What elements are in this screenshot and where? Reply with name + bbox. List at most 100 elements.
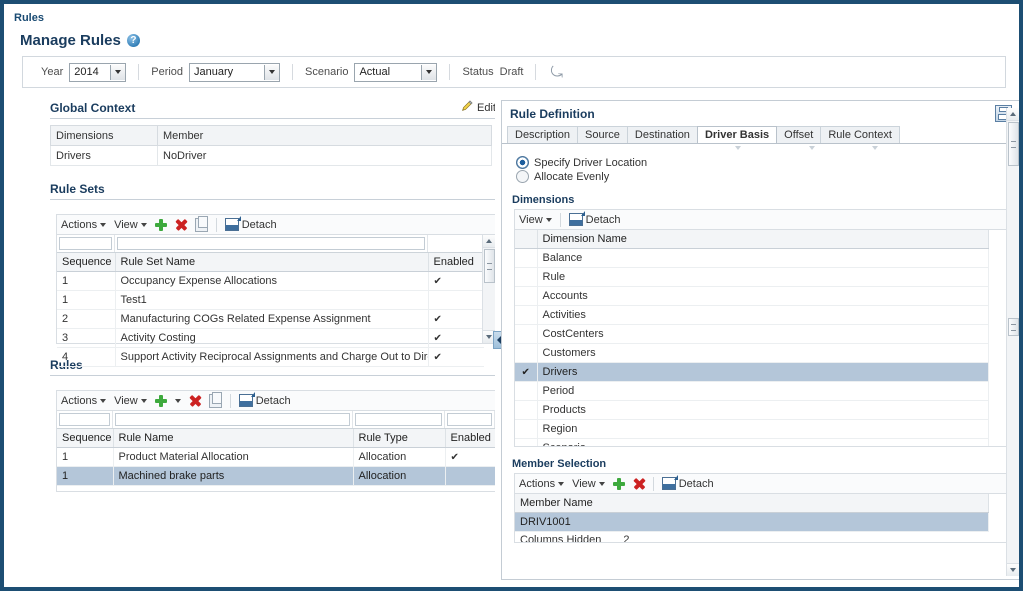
chevron-down-icon[interactable] bbox=[174, 398, 181, 403]
scenario-select[interactable]: Actual bbox=[354, 62, 438, 82]
table-row[interactable]: 4 Support Activity Reciprocal Assignment… bbox=[57, 347, 484, 367]
rule-sets-header: Rule Sets bbox=[50, 182, 496, 200]
divider bbox=[138, 64, 140, 80]
period-filter: Period January bbox=[141, 62, 290, 82]
rule-sets-vertical-scrollbar[interactable] bbox=[482, 235, 495, 343]
rule-sets-view-menu[interactable]: View bbox=[114, 219, 147, 231]
copy-icon[interactable] bbox=[208, 391, 222, 408]
rule-sets-table-body: 1 Occupancy Expense Allocations ✔ 1 Test… bbox=[57, 271, 484, 367]
plus-icon[interactable] bbox=[154, 218, 167, 231]
context-toolbar: Year 2014 Period January Scenario Actual bbox=[22, 56, 1006, 88]
table-row[interactable]: Products bbox=[515, 400, 989, 420]
filter-sequence-input[interactable] bbox=[59, 413, 110, 426]
scroll-up-icon[interactable] bbox=[483, 235, 495, 248]
period-select[interactable]: January bbox=[189, 62, 281, 82]
filter-type-input[interactable] bbox=[355, 413, 442, 426]
redo-arrow-icon[interactable]: ⤿ bbox=[538, 65, 575, 80]
rule-sets-table-wrap: Sequence Rule Set Name Enabled 1 Occupan… bbox=[57, 253, 484, 367]
tab-description[interactable]: Description bbox=[507, 126, 579, 143]
year-select[interactable]: 2014 bbox=[69, 62, 127, 82]
column-header-checkbox bbox=[515, 230, 538, 249]
cell-member: NoDriver bbox=[157, 145, 492, 166]
global-context-table: Dimensions Member Drivers NoDriver bbox=[50, 125, 492, 166]
chevron-down-icon[interactable] bbox=[264, 64, 280, 80]
tab-source[interactable]: Source bbox=[577, 126, 628, 143]
table-row[interactable]: Region bbox=[515, 419, 989, 439]
scrollbar-thumb[interactable] bbox=[1008, 122, 1019, 166]
tab-rule-context[interactable]: Rule Context bbox=[820, 126, 900, 143]
filter-name-input[interactable] bbox=[117, 237, 425, 250]
cell-dimension-name: Customers bbox=[537, 343, 989, 363]
table-row[interactable]: Activities bbox=[515, 305, 989, 325]
dimensions-detach-button[interactable]: Detach bbox=[568, 211, 621, 226]
tab-offset[interactable]: Offset bbox=[776, 126, 822, 143]
filter-sequence-input[interactable] bbox=[59, 237, 112, 250]
chevron-down-icon[interactable] bbox=[110, 64, 126, 80]
table-row[interactable]: Accounts bbox=[515, 286, 989, 306]
rules-actions-menu[interactable]: Actions bbox=[61, 395, 107, 407]
rules-toolbar: Actions View Detach bbox=[56, 390, 496, 410]
table-row[interactable]: CostCenters bbox=[515, 324, 989, 344]
table-row[interactable]: 1 Machined brake parts Allocation bbox=[57, 466, 496, 486]
chevron-down-icon[interactable] bbox=[421, 64, 437, 80]
page-title: Manage Rules bbox=[20, 32, 121, 49]
cell-checked bbox=[515, 286, 538, 306]
table-row[interactable]: DRIV1001 bbox=[515, 512, 989, 532]
member-actions-menu[interactable]: Actions bbox=[519, 478, 565, 490]
member-view-menu[interactable]: View bbox=[572, 478, 605, 490]
scroll-down-icon[interactable] bbox=[1007, 563, 1019, 576]
member-detach-button[interactable]: Detach bbox=[661, 475, 714, 490]
table-row[interactable]: Balance bbox=[515, 248, 989, 268]
table-row[interactable]: Customers bbox=[515, 343, 989, 363]
table-row[interactable]: Drivers NoDriver bbox=[50, 145, 492, 166]
dimensions-grid: Dimension Name Balance Rule Accounts Act… bbox=[514, 229, 1008, 447]
table-row[interactable]: 3 Activity Costing ✔ bbox=[57, 328, 484, 348]
radio-allocate-evenly[interactable]: Allocate Evenly bbox=[502, 170, 1019, 184]
table-row[interactable]: Scenario bbox=[515, 438, 989, 446]
filter-name-cell bbox=[115, 235, 428, 252]
plus-icon[interactable] bbox=[612, 477, 625, 490]
rules-detach-button[interactable]: Detach bbox=[238, 392, 291, 407]
scrollbar-thumb[interactable] bbox=[484, 249, 495, 283]
table-row[interactable]: 1 Product Material Allocation Allocation… bbox=[57, 447, 496, 467]
table-row[interactable]: 2 Manufacturing COGs Related Expense Ass… bbox=[57, 309, 484, 329]
rules-view-menu[interactable]: View bbox=[114, 395, 147, 407]
cell-sequence: 1 bbox=[57, 466, 114, 486]
chevron-down-icon bbox=[735, 146, 741, 150]
delete-x-icon[interactable] bbox=[175, 219, 187, 231]
scrollbar-secondary-thumb[interactable] bbox=[1008, 318, 1019, 336]
dimensions-view-menu[interactable]: View bbox=[519, 214, 552, 226]
table-row[interactable]: Period bbox=[515, 381, 989, 401]
help-circle-icon[interactable]: ? bbox=[126, 34, 140, 47]
delete-x-icon[interactable] bbox=[189, 395, 201, 407]
copy-icon[interactable] bbox=[194, 215, 208, 232]
table-row[interactable]: Rule bbox=[515, 267, 989, 287]
columns-hidden-status: Columns Hidden 2 bbox=[515, 532, 1007, 542]
plus-icon[interactable] bbox=[154, 394, 167, 407]
cell-dimension-name: Balance bbox=[537, 248, 989, 268]
global-context-title: Global Context bbox=[50, 100, 136, 115]
scroll-up-icon[interactable] bbox=[1007, 108, 1019, 121]
edit-global-context-button[interactable]: Edit bbox=[461, 100, 496, 115]
tab-driver-basis[interactable]: Driver Basis bbox=[696, 126, 778, 143]
delete-x-icon[interactable] bbox=[633, 478, 645, 490]
rule-sets-detach-button[interactable]: Detach bbox=[224, 216, 277, 231]
rule-definition-tabs: Description Source Destination Driver Ba… bbox=[502, 124, 1019, 144]
column-header-enabled: Enabled bbox=[428, 253, 484, 272]
column-header-rule-name: Rule Name bbox=[113, 429, 354, 448]
rule-definition-vertical-scrollbar[interactable] bbox=[1006, 108, 1019, 576]
rule-sets-filter-row bbox=[57, 235, 484, 253]
table-row[interactable]: ✔ Drivers bbox=[515, 362, 989, 382]
filter-name-input[interactable] bbox=[115, 413, 350, 426]
rule-sets-actions-menu[interactable]: Actions bbox=[61, 218, 107, 231]
table-row[interactable]: 1 Occupancy Expense Allocations ✔ bbox=[57, 271, 484, 291]
actions-label: Actions bbox=[61, 218, 98, 231]
status-display: Status Draft bbox=[452, 66, 533, 78]
table-row[interactable]: 1 Test1 bbox=[57, 290, 484, 310]
filter-enabled-input[interactable] bbox=[447, 413, 492, 426]
radio-specify-driver-location[interactable]: Specify Driver Location bbox=[502, 156, 1019, 170]
year-filter: Year 2014 bbox=[31, 62, 136, 82]
tab-destination[interactable]: Destination bbox=[626, 126, 698, 143]
edit-label: Edit bbox=[477, 101, 496, 114]
detach-label: Detach bbox=[255, 394, 291, 407]
